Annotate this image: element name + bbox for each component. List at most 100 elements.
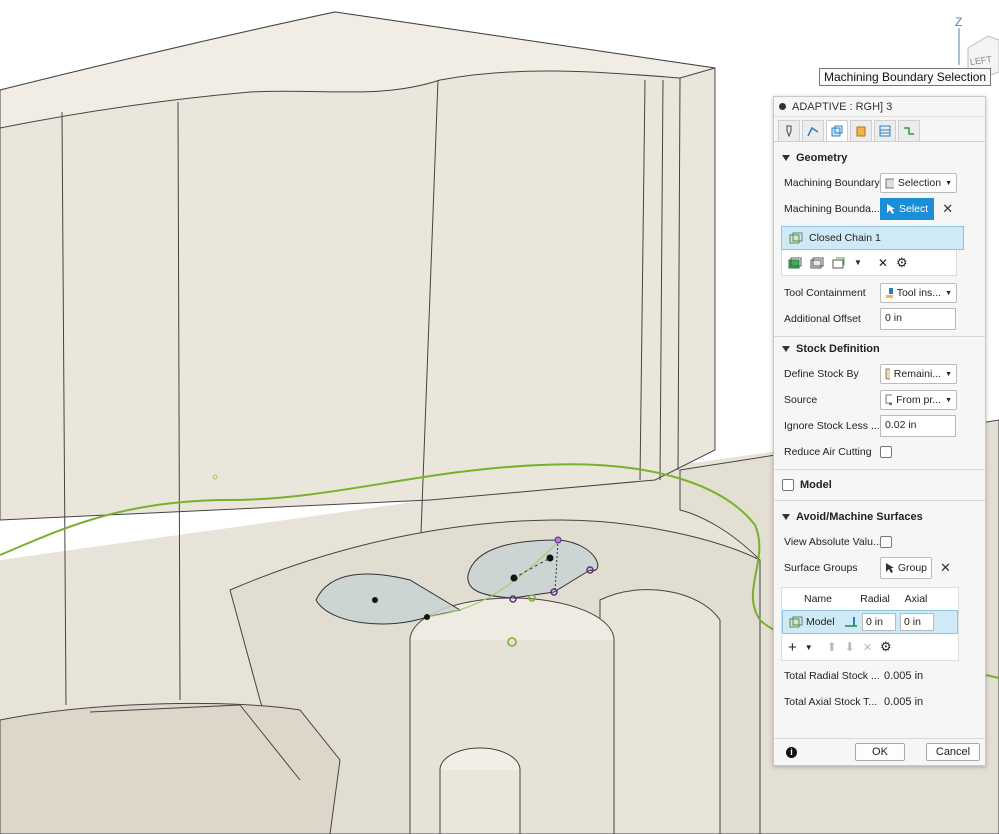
source-label: Source — [784, 394, 818, 406]
collapse-triangle-icon — [782, 155, 790, 161]
clear-group-icon[interactable]: ✕ — [940, 560, 951, 576]
surface-groups-table: Name Radial Axial Model 0 in 0 in + ▼ ⬆ … — [781, 587, 959, 661]
total-radial-row: Total Radial Stock ... 0.005 in — [774, 663, 985, 689]
panel-title: ADAPTIVE : RGH] 3 — [792, 100, 893, 113]
add-icon[interactable]: + — [788, 639, 797, 656]
ignore-stock-input[interactable]: 0.02 in — [880, 415, 956, 437]
chain-open-icon[interactable] — [810, 256, 824, 270]
geometry-section-header[interactable]: Geometry — [774, 146, 985, 170]
panel-collapse-icon[interactable] — [779, 103, 786, 110]
surface-groups-row: Surface Groups Group ✕ — [774, 555, 985, 581]
col-name-header: Name — [803, 593, 832, 605]
table-row[interactable]: Model 0 in 0 in — [782, 610, 958, 634]
from-previous-icon — [885, 394, 893, 405]
boundary-selection-row: Machining Bounda... Select ✕ — [774, 196, 985, 222]
chevron-down-icon[interactable]: ▼ — [854, 258, 862, 267]
viewcube-z-label: Z — [955, 15, 962, 29]
machining-boundary-row: Machining Boundary Selection ▼ — [774, 170, 985, 196]
remaining-stock-icon — [885, 368, 890, 380]
part-boss-right — [599, 589, 721, 834]
chevron-down-icon: ▼ — [945, 396, 952, 404]
view-absolute-label: View Absolute Valu... — [784, 536, 880, 548]
delete-row-icon[interactable]: ✕ — [863, 641, 872, 654]
row-axial-input[interactable]: 0 in — [900, 613, 934, 631]
row-name: Model — [806, 616, 835, 628]
heights-tab-icon[interactable] — [850, 120, 872, 141]
passes-tab-icon[interactable] — [874, 120, 896, 141]
define-stock-label: Define Stock By — [784, 368, 859, 380]
tool-tab-icon[interactable] — [778, 120, 800, 141]
cursor-arrow-icon — [887, 204, 895, 214]
group-button[interactable]: Group — [880, 557, 932, 579]
total-axial-label: Total Axial Stock T... — [784, 696, 878, 708]
chain-green-icon[interactable] — [788, 256, 802, 270]
cursor-arrow-icon — [886, 563, 894, 573]
stock-definition-section-header[interactable]: Stock Definition — [774, 337, 985, 361]
define-stock-row: Define Stock By Remaini... ▼ — [774, 361, 985, 387]
delete-chain-icon[interactable]: ✕ — [878, 256, 888, 270]
chevron-down-icon[interactable]: ▼ — [805, 643, 813, 652]
reduce-air-row: Reduce Air Cutting — [774, 439, 985, 465]
total-axial-value: 0.005 in — [884, 696, 924, 708]
clear-selection-icon[interactable]: ✕ — [942, 201, 953, 217]
collapse-triangle-icon — [782, 514, 790, 520]
table-tools-bar: + ▼ ⬆ ⬇ ✕ ⚙ — [782, 634, 958, 660]
tool-containment-label: Tool Containment — [784, 287, 866, 299]
row-radial-input[interactable]: 0 in — [862, 613, 896, 631]
machining-boundary-label: Machining Boundary — [784, 177, 880, 189]
reduce-air-checkbox[interactable] — [880, 446, 892, 458]
total-axial-row: Total Axial Stock T... 0.005 in — [774, 689, 985, 715]
additional-offset-label: Additional Offset — [784, 313, 861, 325]
additional-offset-row: Additional Offset 0 in — [774, 306, 985, 332]
adaptive-operation-panel: ADAPTIVE : RGH] 3 Geometry Machining Bou… — [773, 96, 986, 766]
panel-titlebar[interactable]: ADAPTIVE : RGH] 3 — [774, 97, 985, 117]
machining-boundary-dropdown[interactable]: Selection ▼ — [880, 173, 957, 193]
tool-inside-icon — [886, 288, 893, 298]
part-ledge — [0, 702, 341, 834]
move-down-icon[interactable]: ⬇ — [845, 640, 855, 654]
source-dropdown[interactable]: From pr... ▼ — [880, 390, 957, 410]
model-section-header[interactable]: Model — [774, 470, 985, 500]
table-header: Name Radial Axial — [782, 588, 958, 610]
col-radial-header: Radial — [860, 593, 890, 605]
gear-icon[interactable]: ⚙ — [880, 639, 892, 655]
collapse-triangle-icon — [782, 346, 790, 352]
ignore-stock-row: Ignore Stock Less ... 0.02 in — [774, 413, 985, 439]
tool-path-tab-icon[interactable] — [802, 120, 824, 141]
cancel-button[interactable]: Cancel — [926, 743, 980, 761]
closed-chain-item[interactable]: Closed Chain 1 — [781, 226, 964, 250]
chevron-down-icon: ▼ — [945, 179, 952, 187]
col-axial-header: Axial — [904, 593, 928, 605]
total-radial-label: Total Radial Stock ... — [784, 670, 880, 682]
tool-containment-dropdown[interactable]: Tool ins... ▼ — [880, 283, 957, 303]
view-absolute-row: View Absolute Valu... — [774, 529, 985, 555]
chain-icon — [789, 232, 803, 244]
view-absolute-checkbox[interactable] — [880, 536, 892, 548]
tool-containment-row: Tool Containment Tool ins... ▼ — [774, 280, 985, 306]
panel-tabs — [774, 117, 985, 142]
model-checkbox[interactable] — [782, 479, 794, 491]
model-surface-icon — [789, 616, 803, 628]
define-stock-dropdown[interactable]: Remaini... ▼ — [880, 364, 957, 384]
source-row: Source From pr... ▼ — [774, 387, 985, 413]
panel-footer: i OK Cancel — [774, 738, 985, 765]
boundary-selection-icon — [885, 178, 894, 189]
chain-silhouette-icon[interactable] — [832, 256, 846, 270]
linking-tab-icon[interactable] — [898, 120, 920, 141]
move-up-icon[interactable]: ⬆ — [827, 640, 837, 654]
chevron-down-icon: ▼ — [945, 370, 952, 378]
chevron-down-icon: ▼ — [945, 289, 952, 297]
info-icon[interactable]: i — [786, 746, 797, 758]
geometry-tab-icon[interactable] — [826, 120, 848, 141]
avoid-surfaces-section-header[interactable]: Avoid/Machine Surfaces — [774, 505, 985, 529]
total-radial-value: 0.005 in — [884, 670, 924, 682]
select-button[interactable]: Select — [880, 198, 935, 220]
ignore-stock-label: Ignore Stock Less ... — [784, 420, 880, 432]
additional-offset-input[interactable]: 0 in — [880, 308, 956, 330]
ok-button[interactable]: OK — [855, 743, 905, 761]
stock-to-leave-icon — [845, 617, 857, 627]
boundary-selection-tooltip: Machining Boundary Selection — [819, 68, 992, 86]
gear-icon[interactable]: ⚙ — [896, 255, 908, 271]
chain-tools-bar: ▼ ✕ ⚙ — [781, 250, 957, 276]
boundary-selection-label: Machining Bounda... — [784, 203, 880, 215]
